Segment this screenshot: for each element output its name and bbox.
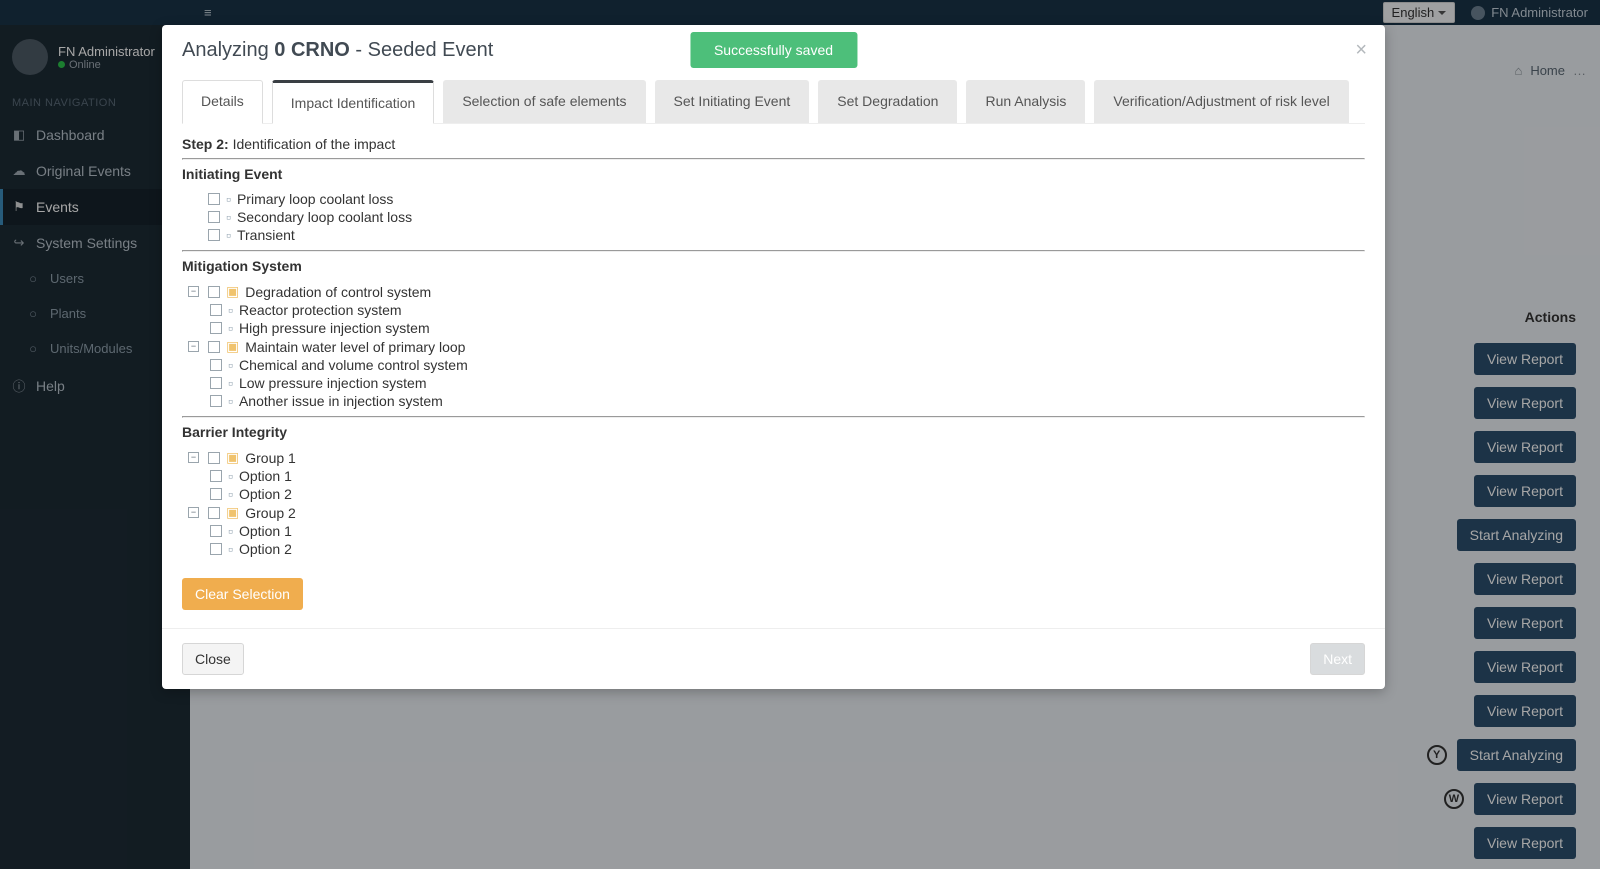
file-icon: ▫ (228, 302, 233, 318)
step-line: Step 2: Identification of the impact (182, 136, 1365, 152)
checkbox[interactable] (208, 211, 220, 223)
tree-parent[interactable]: − ▣ Maintain water level of primary loop (188, 337, 1365, 356)
file-icon: ▫ (228, 320, 233, 336)
tree-label: Low pressure injection system (239, 375, 427, 391)
tree-label: Degradation of control system (245, 284, 431, 300)
tree-leaf[interactable]: ▫ Option 1 (210, 522, 1365, 540)
tree-label: Transient (237, 227, 295, 243)
next-button[interactable]: Next (1310, 643, 1365, 675)
section-initiating: Initiating Event ▫ Primary loop coolant … (182, 166, 1365, 244)
file-icon: ▫ (226, 209, 231, 225)
tree-label: Another issue in injection system (239, 393, 443, 409)
tree-leaf[interactable]: ▫ Option 2 (210, 485, 1365, 503)
collapse-icon[interactable]: − (188, 452, 199, 463)
collapse-icon[interactable]: − (188, 507, 199, 518)
tree-leaf[interactable]: ▫ Option 1 (210, 467, 1365, 485)
file-icon: ▫ (228, 393, 233, 409)
tree-label: Primary loop coolant loss (237, 191, 393, 207)
file-icon: ▫ (228, 486, 233, 502)
file-icon: ▫ (228, 375, 233, 391)
file-icon: ▫ (226, 227, 231, 243)
tree-leaf[interactable]: ▫ High pressure injection system (210, 319, 1365, 337)
tree-label: Secondary loop coolant loss (237, 209, 412, 225)
tree-initiating: ▫ Primary loop coolant loss ▫ Secondary … (188, 190, 1365, 244)
tree-leaf[interactable]: ▫ Reactor protection system (210, 301, 1365, 319)
section-title: Barrier Integrity (182, 424, 1365, 440)
modal-title: Analyzing 0 CRNO - Seeded Event (182, 39, 1365, 62)
section-mitigation: Mitigation System − ▣ Degradation of con… (182, 258, 1365, 410)
close-icon[interactable]: × (1355, 39, 1367, 62)
tree-label: High pressure injection system (239, 320, 430, 336)
tabs: DetailsImpact IdentificationSelection of… (162, 80, 1385, 123)
tree-label: Group 1 (245, 450, 296, 466)
section-barrier: Barrier Integrity − ▣ Group 1 ▫ Option 1… (182, 424, 1365, 558)
tree-label: Chemical and volume control system (239, 357, 468, 373)
tree-leaf[interactable]: ▫ Another issue in injection system (210, 392, 1365, 410)
checkbox[interactable] (210, 377, 222, 389)
tree-label: Option 1 (239, 523, 292, 539)
tab[interactable]: Impact Identification (272, 80, 435, 124)
checkbox[interactable] (210, 525, 222, 537)
modal-dialog: Successfully saved Analyzing 0 CRNO - Se… (162, 25, 1385, 689)
checkbox[interactable] (210, 488, 222, 500)
collapse-icon[interactable]: − (188, 341, 199, 352)
collapse-icon[interactable]: − (188, 286, 199, 297)
tree-label: Maintain water level of primary loop (245, 339, 465, 355)
file-icon: ▫ (228, 357, 233, 373)
folder-icon: ▣ (226, 504, 239, 521)
checkbox[interactable] (210, 470, 222, 482)
folder-icon: ▣ (226, 449, 239, 466)
tree-parent[interactable]: − ▣ Degradation of control system (188, 282, 1365, 301)
tree-parent[interactable]: − ▣ Group 2 (188, 503, 1365, 522)
modal-body: Step 2: Identification of the impact Ini… (182, 123, 1365, 628)
modal-footer: Close Next (162, 628, 1385, 689)
checkbox[interactable] (210, 359, 222, 371)
tree-leaf[interactable]: ▫ Transient (188, 226, 1365, 244)
tab[interactable]: Set Degradation (818, 80, 957, 123)
clear-selection-button[interactable]: Clear Selection (182, 578, 303, 610)
tab[interactable]: Run Analysis (966, 80, 1085, 123)
checkbox[interactable] (208, 286, 220, 298)
checkbox[interactable] (208, 229, 220, 241)
tree-leaf[interactable]: ▫ Primary loop coolant loss (188, 190, 1365, 208)
folder-icon: ▣ (226, 283, 239, 300)
tree-leaf[interactable]: ▫ Chemical and volume control system (210, 356, 1365, 374)
checkbox[interactable] (208, 341, 220, 353)
tree-label: Option 2 (239, 541, 292, 557)
file-icon: ▫ (228, 523, 233, 539)
tab[interactable]: Set Initiating Event (655, 80, 810, 123)
checkbox[interactable] (208, 193, 220, 205)
tree-label: Reactor protection system (239, 302, 402, 318)
checkbox[interactable] (210, 395, 222, 407)
checkbox[interactable] (210, 543, 222, 555)
tree-barrier: − ▣ Group 1 ▫ Option 1 ▫ Option 2 − ▣ Gr… (188, 448, 1365, 558)
tree-leaf[interactable]: ▫ Low pressure injection system (210, 374, 1365, 392)
tree-leaf[interactable]: ▫ Secondary loop coolant loss (188, 208, 1365, 226)
tab[interactable]: Details (182, 80, 263, 124)
tree-label: Option 1 (239, 468, 292, 484)
file-icon: ▫ (226, 191, 231, 207)
file-icon: ▫ (228, 541, 233, 557)
section-title: Mitigation System (182, 258, 1365, 274)
checkbox[interactable] (208, 507, 220, 519)
tab[interactable]: Selection of safe elements (443, 80, 645, 123)
file-icon: ▫ (228, 468, 233, 484)
tree-label: Group 2 (245, 505, 296, 521)
tree-leaf[interactable]: ▫ Option 2 (210, 540, 1365, 558)
checkbox[interactable] (210, 322, 222, 334)
checkbox[interactable] (210, 304, 222, 316)
tree-parent[interactable]: − ▣ Group 1 (188, 448, 1365, 467)
folder-icon: ▣ (226, 338, 239, 355)
checkbox[interactable] (208, 452, 220, 464)
tree-mitigation: − ▣ Degradation of control system ▫ Reac… (188, 282, 1365, 410)
tree-label: Option 2 (239, 486, 292, 502)
modal-header: Analyzing 0 CRNO - Seeded Event × (162, 25, 1385, 72)
tab[interactable]: Verification/Adjustment of risk level (1094, 80, 1348, 123)
section-title: Initiating Event (182, 166, 1365, 182)
close-button[interactable]: Close (182, 643, 244, 675)
